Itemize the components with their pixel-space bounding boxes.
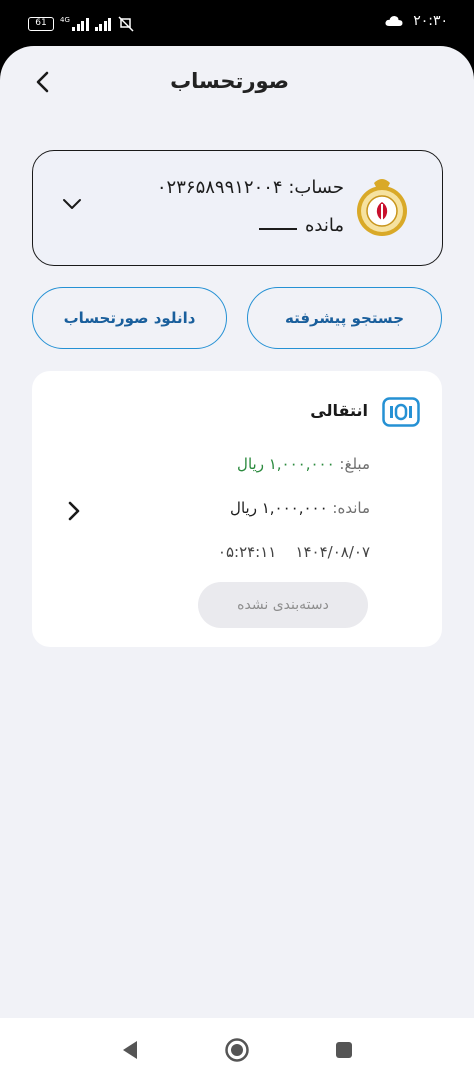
signal-icon: 4G <box>60 17 89 31</box>
balance-placeholder-dash <box>258 227 297 230</box>
nav-recents-icon <box>336 1042 352 1058</box>
datetime-row: ۱۴۰۴/۰۸/۰۷ ۰۵:۲۴:۱۱ <box>218 543 370 561</box>
txn-date: ۱۴۰۴/۰۸/۰۷ <box>295 543 370 561</box>
transaction-card[interactable]: انتقالی مبلغ: ۱,۰۰۰,۰۰۰ ریال مانده: ۱,۰۰… <box>32 371 442 647</box>
status-bar: 61 4G ۲۰:۳۰ <box>0 0 474 46</box>
download-statement-button[interactable]: دانلود صورتحساب <box>32 287 227 349</box>
cloud-icon <box>385 16 403 26</box>
amount-value: ۱,۰۰۰,۰۰۰ ریال <box>237 455 335 473</box>
txn-balance-label: مانده: <box>332 499 370 517</box>
nav-back-button[interactable] <box>116 1036 144 1064</box>
transaction-type: انتقالی <box>310 401 368 420</box>
balance-row: مانده: ۱,۰۰۰,۰۰۰ ریال <box>230 499 370 517</box>
nav-home-button[interactable] <box>223 1036 251 1064</box>
header: صورتحساب <box>0 46 474 116</box>
status-icons-right: ۲۰:۳۰ <box>385 13 448 29</box>
account-number: ۰۲۳۶۵۸۹۹۱۲۰۰۴ <box>156 177 283 198</box>
bank-melli-logo <box>357 179 407 236</box>
signal-icon-2 <box>94 17 112 31</box>
mute-icon <box>118 16 134 32</box>
amount-label: مبلغ: <box>339 455 370 473</box>
back-button[interactable] <box>26 66 58 98</box>
account-selector[interactable]: حساب: ۰۲۳۶۵۸۹۹۱۲۰۰۴ مانده <box>32 150 443 266</box>
nav-home-icon <box>225 1038 249 1062</box>
account-balance-row: مانده <box>258 215 344 236</box>
advanced-search-button[interactable]: جستجو پیشرفته <box>247 287 442 349</box>
system-nav-bar <box>0 1018 474 1080</box>
network-type-label: 4G <box>60 16 70 24</box>
status-icons-left: 61 4G <box>28 16 135 32</box>
chevron-left-icon <box>36 71 49 93</box>
clock: ۲۰:۳۰ <box>413 13 448 29</box>
chevron-down-icon[interactable] <box>61 197 83 211</box>
txn-time: ۰۵:۲۴:۱۱ <box>217 543 277 561</box>
battery-icon: 61 <box>28 17 54 31</box>
txn-balance-value: ۱,۰۰۰,۰۰۰ ریال <box>230 499 328 517</box>
account-number-row: حساب: ۰۲۳۶۵۸۹۹۱۲۰۰۴ <box>157 177 344 198</box>
statement-screen: صورتحساب حساب: ۰۲۳۶۵۸۹۹۱۲۰۰۴ مانده جستجو… <box>0 46 474 1018</box>
amount-row: مبلغ: ۱,۰۰۰,۰۰۰ ریال <box>237 455 370 473</box>
category-chip[interactable]: دسته‌بندی نشده <box>198 582 368 628</box>
page-title: صورتحساب <box>170 69 289 93</box>
chevron-right-icon[interactable] <box>66 499 82 523</box>
account-label: حساب: <box>288 177 344 198</box>
balance-label: مانده <box>304 215 344 236</box>
transfer-151-icon <box>382 397 420 427</box>
nav-back-icon <box>123 1041 137 1059</box>
nav-recents-button[interactable] <box>330 1036 358 1064</box>
